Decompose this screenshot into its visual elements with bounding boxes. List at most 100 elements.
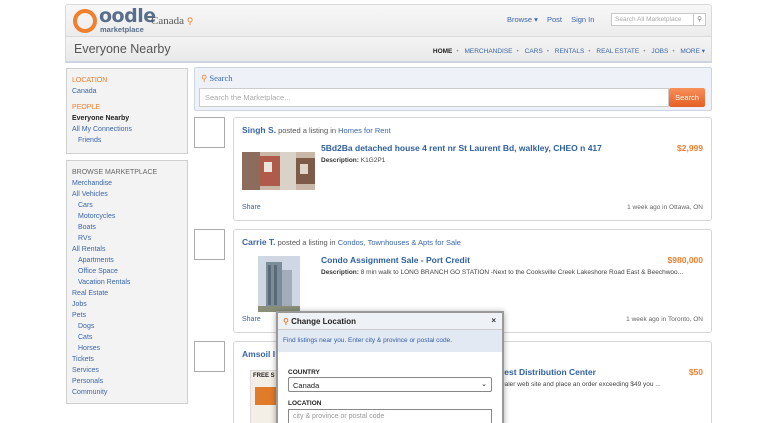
listing-title[interactable]: Condo Assignment Sale - Port Credit [321,255,470,265]
user-avatar[interactable] [194,341,225,372]
listing-price: $50 [688,367,703,377]
nav-rentals[interactable]: RENTALS [555,48,585,55]
listing-card: Singh S. posted a listing in Homes for R… [233,117,712,221]
top-search-input[interactable]: Search All Marketplace ⚲ [611,13,706,26]
nav-real-estate[interactable]: REAL ESTATE [596,48,639,55]
location-input[interactable]: city & province or postal code [288,409,492,423]
nav-merchandise[interactable]: MERCHANDISE [464,48,512,55]
logo-sub: marketplace [100,25,144,34]
listing-meta: 1 week ago in Toronto, ON [626,316,703,323]
desc-label: Description: [321,269,359,276]
listing-action: posted a listing in [278,126,337,135]
location-pin-icon: ⚲ [283,317,289,326]
search-icon: ⚲ [201,73,208,83]
browse-item[interactable]: Horses [72,343,182,354]
browse-item[interactable]: Merchandise [72,178,182,189]
browse-item[interactable]: Motorcycles [72,211,182,222]
people-everyone-nearby[interactable]: Everyone Nearby [72,113,182,124]
country-value: Canada [293,381,320,390]
listing-header: Singh S. posted a listing in Homes for R… [242,125,391,135]
listing-title[interactable]: rest Distribution Center [501,367,596,377]
close-icon[interactable]: × [491,316,496,325]
region-selector[interactable]: Canada ⚲ [151,15,193,27]
nav-separator: • [546,48,549,55]
sign-in-link[interactable]: Sign In [571,15,594,24]
people-all-connections[interactable]: All My Connections [72,124,182,135]
chevron-down-icon: ⌄ [481,381,487,388]
listing-header: Carrie T. posted a listing in Condos, To… [242,237,461,247]
browse-item[interactable]: Cats [72,332,182,343]
main-nav: HOME • MERCHANDISE • CARS • RENTALS • REAL E… [433,47,705,55]
listing-category[interactable]: Homes for Rent [338,126,391,135]
nav-separator: • [516,48,519,55]
location-link[interactable]: Canada [72,86,182,97]
listing-user[interactable]: Singh S. [242,125,276,135]
browse-link[interactable]: Browse ▾ [507,15,538,24]
country-select[interactable]: Canada ⌄ [288,377,492,392]
browse-item[interactable]: All Vehicles [72,189,182,200]
nav-separator: • [456,48,459,55]
sub-bar: Everyone Nearby HOME • MERCHANDISE • CARS •… [65,37,712,63]
nav-jobs[interactable]: JOBS [651,48,668,55]
location-pin-icon: ⚲ [186,16,194,26]
nav-separator: • [643,48,646,55]
post-link[interactable]: Post [547,15,562,24]
top-bar: oodle marketplace Canada ⚲ Browse ▾ Post… [65,4,712,37]
browse-item[interactable]: RVs [72,233,182,244]
browse-item[interactable]: Real Estate [72,288,182,299]
top-search-placeholder: Search All Marketplace [615,16,682,23]
oodle-logo[interactable]: oodle marketplace [73,5,156,36]
browse-item[interactable]: Community [72,387,182,398]
browse-item[interactable]: Personals [72,376,182,387]
location-heading: LOCATION [72,77,108,84]
browse-item[interactable]: Services [72,365,182,376]
browse-item[interactable]: Boats [72,222,182,233]
browse-item[interactable]: Pets [72,310,182,321]
listing-price: $980,000 [667,255,703,265]
browse-item[interactable]: Cars [72,200,182,211]
country-label: COUNTRY [288,369,320,376]
location-label: LOCATION [288,400,322,407]
region-label: Canada [151,15,184,27]
browse-item[interactable]: All Rentals [72,244,182,255]
browse-item[interactable]: Tickets [72,354,182,365]
top-links: Browse ▾ Post Sign In [507,15,601,24]
listing-description: Description: K1G2P1 [321,157,385,164]
nav-home[interactable]: HOME [433,48,453,55]
browse-heading: BROWSE MARKETPLACE [72,169,158,176]
listing-description: Description: 8 min walk to LONG BRANCH G… [321,269,683,276]
listing-meta: 1 week ago in Ottawa, ON [627,204,703,211]
browse-item[interactable]: Jobs [72,299,182,310]
search-button[interactable]: Search [669,88,705,107]
nav-cars[interactable]: CARS [525,48,543,55]
listing-category[interactable]: Condos, Townhouses & Apts for Sale [338,238,461,247]
dialog-header: ⚲ Change Location × [278,313,502,330]
logo-ring-icon [73,9,97,33]
page-title: Everyone Nearby [74,42,171,56]
user-avatar[interactable] [194,117,225,148]
browse-item[interactable]: Apartments [72,255,182,266]
listing-price: $2,999 [677,143,703,153]
browse-item[interactable]: Dogs [72,321,182,332]
listing-user[interactable]: Carrie T. [242,237,276,247]
share-link[interactable]: Share [242,204,261,211]
dialog-title: Change Location [291,317,356,326]
desc-text: 8 min walk to LONG BRANCH GO STATION -Ne… [360,269,684,276]
listing-photo[interactable] [242,152,315,190]
browse-item[interactable]: Office Space [72,266,182,277]
listing-description: ealer web site and place an order exceed… [501,381,661,388]
desc-label: Description: [321,157,359,164]
listing-action: posted a listing in [277,238,336,247]
nav-more[interactable]: MORE ▾ [680,48,705,55]
listing-user[interactable]: Amsoil I [242,349,275,359]
share-link[interactable]: Share [242,316,261,323]
marketplace-search-panel: ⚲ Search Search the Marketplace... Searc… [194,67,712,111]
desc-text: K1G2P1 [360,157,386,164]
user-avatar[interactable] [194,229,225,260]
listing-title[interactable]: 5Bd2Ba detached house 4 rent nr St Laure… [321,143,602,153]
marketplace-search-input[interactable]: Search the Marketplace... [199,88,669,107]
search-icon[interactable]: ⚲ [693,14,705,25]
listing-photo[interactable] [258,256,300,312]
people-friends[interactable]: Friends [72,135,182,146]
browse-item[interactable]: Vacation Rentals [72,277,182,288]
